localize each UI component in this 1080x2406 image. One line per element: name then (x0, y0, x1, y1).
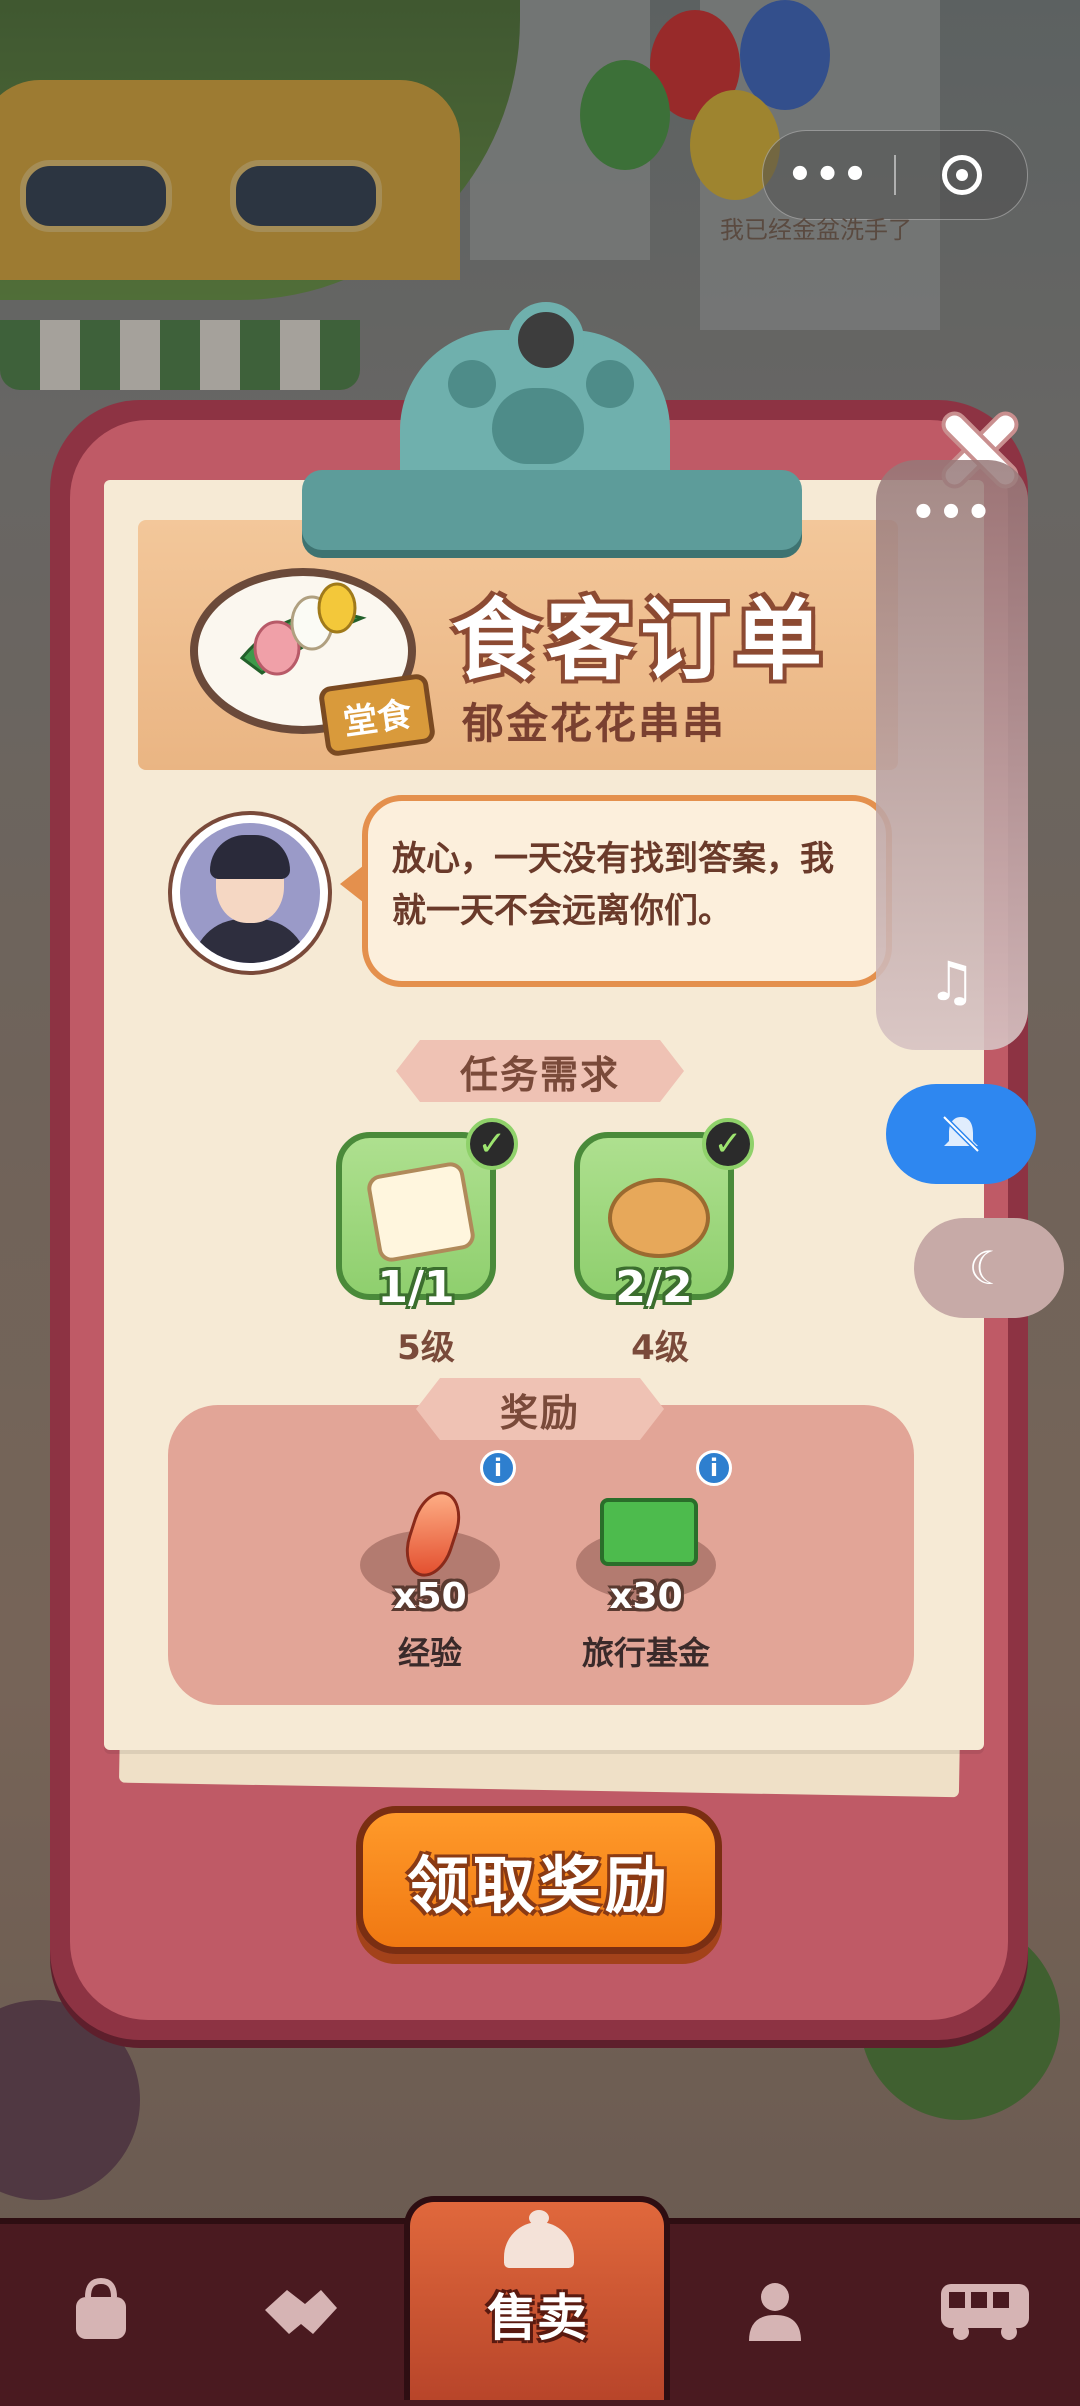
miniprogram-capsule: ••• (762, 130, 1028, 220)
tulip-skewer-icon (239, 582, 367, 676)
reward-amount: x50 (393, 1576, 467, 1617)
clip-base (302, 470, 802, 550)
nav-sell-label: 售卖 (487, 2289, 587, 2347)
requirement-level: 5级 (397, 1328, 455, 1368)
handshake-icon (265, 2290, 337, 2334)
dish-name: 郁金花花串串 (462, 699, 727, 748)
avatar-hair (210, 835, 290, 879)
check-icon: ✓ (466, 1118, 518, 1170)
reward-amount: x30 (609, 1576, 683, 1617)
requirement-level: 4级 (631, 1328, 689, 1368)
rewards-ribbon: 奖励 (416, 1378, 664, 1440)
sidebar-more-button[interactable]: ••• (876, 490, 1028, 536)
mute-toggle-button[interactable] (886, 1084, 1036, 1184)
customer-speech-bubble: 放心，一天没有找到答案，我就一天不会远离你们。 (362, 795, 892, 987)
check-icon: ✓ (702, 1118, 754, 1170)
order-title: 食客订单 (452, 589, 829, 692)
info-icon[interactable]: i (696, 1450, 732, 1486)
reward-name: 旅行基金 (581, 1634, 710, 1672)
bag-icon (76, 2277, 126, 2339)
floating-sidebar: ••• ♫ (876, 460, 1028, 1050)
rewards-box (168, 1405, 914, 1705)
music-icon[interactable]: ♫ (876, 950, 1028, 1013)
info-icon[interactable]: i (480, 1450, 516, 1486)
claim-reward-button[interactable]: 领取奖励 (356, 1806, 722, 1954)
npc-status-bubble: 我已经金盆洗手了 (720, 216, 912, 244)
close-miniprogram-button[interactable] (896, 155, 1027, 195)
bell-off-icon (942, 1115, 980, 1153)
nav-bag-button[interactable] (26, 2245, 176, 2375)
bread-icon (608, 1178, 710, 1258)
nav-trade-button[interactable] (226, 2245, 376, 2375)
customer-avatar (172, 815, 328, 971)
paw-icon (492, 388, 584, 464)
cash-icon (600, 1498, 698, 1566)
paw-toe (448, 360, 496, 408)
requirements-ribbon: 任务需求 (396, 1040, 684, 1102)
nav-profile-button[interactable] (700, 2245, 850, 2375)
night-mode-button[interactable]: ☾ (914, 1218, 1064, 1318)
more-menu-button[interactable]: ••• (763, 152, 894, 198)
paw-toe (586, 360, 634, 408)
tofu-icon (365, 1160, 477, 1264)
requirement-count: 2/2 (615, 1262, 693, 1313)
clip-hole (508, 302, 584, 378)
moon-icon: ☾ (968, 1241, 1010, 1295)
target-icon (941, 155, 982, 195)
reward-name: 经验 (397, 1634, 462, 1672)
nav-bus-button[interactable] (910, 2245, 1060, 2375)
profile-icon (749, 2283, 801, 2341)
bus-icon (941, 2284, 1029, 2340)
requirement-count: 1/1 (377, 1262, 455, 1313)
